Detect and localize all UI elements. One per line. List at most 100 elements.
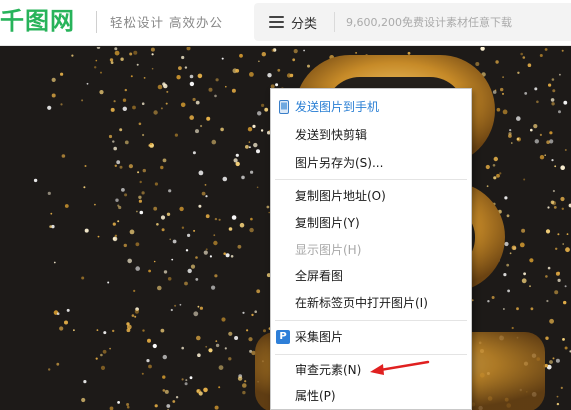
glitter-dot	[511, 142, 513, 144]
glitter-dot	[142, 133, 145, 137]
glitter-dot	[547, 266, 551, 270]
glitter-dot	[201, 191, 206, 196]
glitter-dot	[189, 74, 194, 79]
glitter-dot	[235, 68, 240, 73]
glitter-dot	[258, 60, 260, 63]
site-header: 千图网 轻松设计 高效办公 分类	[0, 0, 571, 46]
site-logo[interactable]: 千图网	[0, 4, 75, 38]
glitter-dot	[162, 389, 166, 392]
glitter-dot	[197, 353, 201, 358]
glitter-dot	[547, 206, 550, 209]
glitter-dot	[127, 258, 132, 264]
glitter-dot	[95, 357, 98, 360]
menu-item-save-image-as[interactable]: 图片另存为(S)...	[271, 151, 471, 175]
glitter-dot	[549, 360, 553, 364]
menu-item-open-image-in-new-tab[interactable]: 在新标签页中打开图片(I)	[271, 291, 471, 315]
glitter-dot	[564, 149, 567, 151]
glitter-dot	[504, 196, 508, 200]
glitter-dot	[132, 105, 136, 110]
glitter-dot	[73, 329, 75, 332]
glitter-dot	[94, 66, 97, 69]
glitter-dot	[544, 363, 548, 368]
glitter-dot	[174, 133, 178, 137]
glitter-dot	[56, 362, 60, 366]
menu-item-copy-image[interactable]: 复制图片(Y)	[271, 211, 471, 235]
glitter-dot	[143, 77, 146, 79]
glitter-dot	[117, 401, 120, 404]
glitter-dot	[117, 220, 120, 223]
site-slogan: 轻松设计 高效办公	[110, 15, 223, 30]
glitter-dot	[198, 170, 204, 176]
menu-item-send-to-phone[interactable]: 发送图片到手机	[271, 95, 471, 119]
glitter-dot	[218, 365, 224, 370]
menu-item-label: 复制图片地址(O)	[295, 189, 386, 203]
glitter-dot	[235, 161, 240, 167]
glitter-dot	[141, 372, 144, 375]
glitter-dot	[215, 340, 218, 342]
glitter-dot	[508, 134, 512, 138]
menu-item-label: 全屏看图	[295, 269, 344, 283]
glitter-dot	[213, 240, 218, 246]
menu-item-collect-image[interactable]: P 采集图片	[271, 325, 471, 349]
glitter-dot	[100, 365, 106, 370]
menu-item-send-to-kuaijianji[interactable]: 发送到快剪辑	[271, 123, 471, 147]
glitter-dot	[557, 278, 561, 282]
glitter-dot	[166, 90, 169, 93]
glitter-dot	[99, 90, 104, 95]
glitter-dot	[170, 308, 173, 312]
search-input[interactable]	[346, 7, 571, 37]
glitter-dot	[81, 276, 85, 280]
glitter-dot	[162, 375, 166, 379]
glitter-dot	[214, 217, 218, 221]
glitter-dot	[516, 116, 521, 121]
glitter-dot	[50, 212, 53, 215]
glitter-dot	[53, 261, 56, 264]
glitter-dot	[563, 300, 567, 305]
glitter-dot	[195, 129, 199, 134]
menu-item-fullscreen-view[interactable]: 全屏看图	[271, 264, 471, 288]
glitter-dot	[109, 58, 114, 62]
glitter-dot	[222, 176, 228, 182]
glitter-dot	[146, 359, 150, 363]
glitter-dot	[112, 140, 115, 143]
glitter-dot	[162, 158, 167, 163]
glitter-dot	[527, 63, 532, 67]
category-button[interactable]: 分类	[254, 3, 334, 41]
glitter-dot	[163, 270, 168, 274]
glitter-dot	[293, 49, 298, 54]
glitter-dot	[244, 380, 247, 383]
menu-item-inspect-element[interactable]: 审查元素(N)	[271, 358, 471, 382]
glitter-dot	[185, 249, 189, 252]
glitter-dot	[178, 66, 182, 70]
glitter-dot	[160, 165, 164, 170]
glitter-dot	[166, 404, 171, 408]
glitter-dot	[162, 354, 167, 360]
glitter-dot	[184, 382, 188, 386]
glitter-dot	[558, 110, 561, 114]
glitter-dot	[123, 243, 128, 248]
glitter-dot	[534, 139, 539, 144]
glitter-dot	[277, 68, 281, 72]
glitter-dot	[487, 300, 490, 303]
glitter-dot	[153, 260, 156, 263]
glitter-dot	[133, 50, 138, 55]
glitter-dot	[198, 391, 203, 396]
glitter-dot	[81, 397, 86, 403]
glitter-dot	[94, 203, 96, 206]
glitter-dot	[544, 48, 548, 51]
glitter-dot	[114, 47, 118, 51]
glitter-dot	[121, 188, 125, 192]
menu-item-properties[interactable]: 属性(P)	[271, 384, 471, 408]
menu-item-copy-image-address[interactable]: 复制图片地址(O)	[271, 184, 471, 208]
glitter-dot	[261, 52, 266, 57]
glitter-dot	[100, 71, 102, 74]
glitter-dot	[507, 289, 510, 293]
glitter-dot	[551, 102, 555, 106]
glitter-dot	[307, 64, 310, 68]
glitter-dot	[192, 151, 196, 155]
menu-item-show-image: 显示图片(H)	[271, 238, 471, 262]
glitter-dot	[195, 256, 198, 259]
glitter-dot	[139, 210, 144, 215]
glitter-dot	[205, 195, 208, 198]
glitter-dot	[195, 278, 199, 281]
